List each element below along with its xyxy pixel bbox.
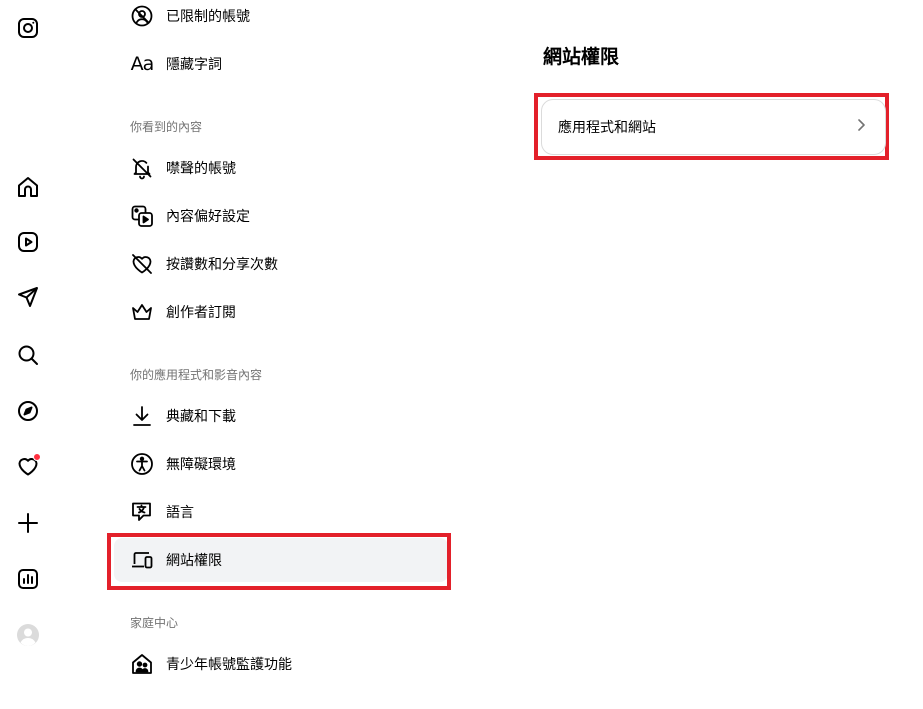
chevron-right-icon	[853, 117, 869, 137]
text-aa-icon: Aa	[130, 53, 155, 75]
search-icon[interactable]	[15, 342, 41, 368]
menu-item-accessibility[interactable]: 無障礙環境	[114, 442, 448, 486]
menu-item-archive-download[interactable]: 典藏和下載	[114, 394, 448, 438]
crown-icon	[130, 300, 154, 324]
notifications-icon[interactable]	[15, 453, 41, 479]
menu-item-label: 無障礙環境	[166, 457, 236, 473]
explore-icon[interactable]	[15, 398, 41, 424]
profile-icon[interactable]	[15, 622, 41, 648]
home-icon[interactable]	[15, 174, 41, 200]
menu-item-label: 內容偏好設定	[166, 209, 250, 225]
settings-menu: 已限制的帳號 Aa 隱藏字詞 你看到的內容 噤聲的帳號 內容偏好設定 按讚數和分…	[110, 0, 450, 709]
menu-item-muted-accounts[interactable]: 噤聲的帳號	[114, 146, 448, 190]
menu-item-creator-subscriptions[interactable]: 創作者訂閱	[114, 290, 448, 334]
menu-item-hidden-words[interactable]: Aa 隱藏字詞	[114, 42, 448, 86]
download-icon	[130, 404, 154, 428]
menu-item-website-permissions[interactable]: 網站權限	[114, 538, 448, 582]
apps-and-websites-row[interactable]: 應用程式和網站	[541, 99, 886, 155]
menu-item-content-preferences[interactable]: 內容偏好設定	[114, 194, 448, 238]
restricted-icon	[130, 4, 154, 28]
insights-icon[interactable]	[15, 566, 41, 592]
menu-item-label: 創作者訂閱	[166, 305, 236, 321]
reels-icon[interactable]	[15, 229, 41, 255]
menu-item-supervision[interactable]: 青少年帳號監護功能	[114, 642, 448, 686]
content-preferences-icon	[130, 204, 154, 228]
devices-icon	[130, 548, 154, 572]
heart-off-icon	[130, 252, 154, 276]
left-nav-rail	[0, 0, 58, 709]
create-icon[interactable]	[15, 510, 41, 536]
messages-icon[interactable]	[15, 284, 41, 310]
section-header-what-you-see: 你看到的內容	[130, 120, 203, 134]
family-home-icon	[130, 652, 154, 676]
menu-item-restricted-accounts[interactable]: 已限制的帳號	[114, 0, 448, 38]
notification-dot	[33, 453, 41, 461]
page-title: 網站權限	[543, 46, 620, 68]
menu-item-label: 網站權限	[166, 553, 222, 569]
menu-item-language[interactable]: 語言	[114, 490, 448, 534]
section-header-family-center: 家庭中心	[130, 616, 179, 630]
instagram-icon[interactable]	[15, 15, 41, 41]
apps-and-websites-label: 應用程式和網站	[558, 120, 656, 136]
menu-item-like-share-counts[interactable]: 按讚數和分享次數	[114, 242, 448, 286]
language-icon	[130, 500, 154, 524]
muted-bell-icon	[130, 156, 154, 180]
menu-item-label: 語言	[166, 505, 194, 521]
menu-item-label: 隱藏字詞	[166, 57, 222, 73]
menu-item-label: 典藏和下載	[166, 409, 236, 425]
menu-item-label: 青少年帳號監護功能	[166, 657, 292, 673]
menu-item-label: 噤聲的帳號	[166, 161, 236, 177]
section-header-apps-media: 你的應用程式和影音內容	[130, 368, 263, 382]
menu-item-label: 已限制的帳號	[166, 9, 250, 25]
menu-item-label: 按讚數和分享次數	[166, 257, 278, 273]
accessibility-icon	[130, 452, 154, 476]
